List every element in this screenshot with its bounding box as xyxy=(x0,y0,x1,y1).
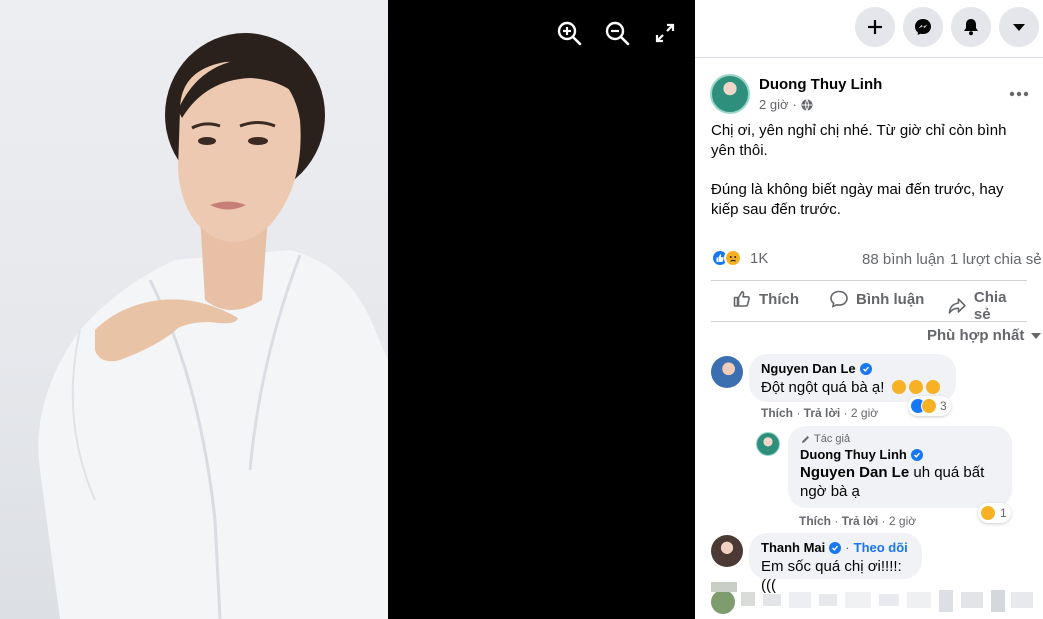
post-panel: Duong Thuy Linh 2 giờ · Chị ơi, yên nghỉ… xyxy=(695,0,1043,619)
comment-composer-blurred[interactable] xyxy=(711,582,1037,619)
plus-icon[interactable] xyxy=(855,7,895,47)
comment-actions: Thích · Trả lời · 2 giờ xyxy=(761,406,879,420)
sad-reaction-icon xyxy=(724,249,742,267)
photo-viewer xyxy=(0,0,695,619)
reply-reply-link[interactable]: Trả lời xyxy=(842,514,879,528)
comment-author-name[interactable]: Thanh Mai xyxy=(761,540,825,555)
reply-author[interactable]: Duong Thuy Linh xyxy=(800,447,1000,462)
zoom-out-icon[interactable] xyxy=(604,20,630,46)
comment-author-name[interactable]: Nguyen Dan Le xyxy=(761,361,856,376)
follow-link[interactable]: Theo dõi xyxy=(854,540,908,555)
share-icon xyxy=(948,298,966,314)
comment-text-content: Đột ngột quá bà ạ! xyxy=(761,379,885,396)
post-time[interactable]: 2 giờ xyxy=(759,97,789,112)
more-options-icon[interactable] xyxy=(1007,84,1031,104)
author-badge: Tác giả xyxy=(800,433,1000,445)
comment-sort-dropdown[interactable]: Phù hợp nhất xyxy=(927,327,1042,344)
pencil-icon xyxy=(802,435,809,443)
comment-label: Bình luận xyxy=(856,290,925,308)
commenter-avatar[interactable] xyxy=(711,535,743,567)
comment-time[interactable]: 2 giờ xyxy=(851,406,878,420)
pensive-emoji-icon xyxy=(891,380,906,394)
commenter-avatar[interactable] xyxy=(711,356,743,388)
verified-badge-icon xyxy=(910,448,923,461)
expand-icon[interactable] xyxy=(652,20,678,46)
comment-reaction-count: 3 xyxy=(940,399,947,413)
bell-icon[interactable] xyxy=(951,7,991,47)
comment-reactions[interactable]: 3 xyxy=(908,396,951,416)
comment-icon xyxy=(830,290,848,308)
reply-author-avatar[interactable] xyxy=(756,432,780,456)
pensive-emoji-icon xyxy=(908,380,923,394)
post-body: Chị ơi, yên nghỉ chị nhé. Từ giờ chỉ còn… xyxy=(711,121,1033,239)
comment-text: Đột ngột quá bà ạ! xyxy=(761,378,944,397)
comment-reply-link[interactable]: Trả lời xyxy=(804,406,841,420)
post-paragraph: Đúng là không biết ngày mai đến trước, h… xyxy=(711,181,1004,218)
post-action-bar: Thích Bình luận Chia sẻ xyxy=(711,280,1027,323)
zoom-in-icon[interactable] xyxy=(556,20,582,46)
like-label: Thích xyxy=(759,290,799,308)
reply-time[interactable]: 2 giờ xyxy=(889,514,916,528)
pensive-emoji-icon xyxy=(925,380,940,394)
share-button[interactable]: Chia sẻ xyxy=(947,289,1027,323)
reply-reaction-count: 1 xyxy=(1000,506,1007,520)
reply-bubble: Tác giả Duong Thuy Linh Nguyen Dan Le uh… xyxy=(788,426,1012,508)
sort-label: Phù hợp nhất xyxy=(927,327,1025,344)
shares-count[interactable]: 1 lượt chia sẻ xyxy=(950,251,1042,268)
portrait-illustration xyxy=(38,33,388,619)
comment-author[interactable]: Thanh Mai · Theo dõi xyxy=(761,540,910,555)
like-button[interactable]: Thích xyxy=(732,289,799,309)
author-badge-label: Tác giả xyxy=(814,433,851,445)
top-bar xyxy=(695,0,1043,58)
reply-author-name[interactable]: Duong Thuy Linh xyxy=(800,447,907,462)
verified-badge-icon xyxy=(859,362,872,375)
comments-count[interactable]: 88 bình luận xyxy=(862,251,945,268)
globe-icon xyxy=(801,98,813,111)
reaction-count: 1K xyxy=(750,249,769,267)
share-label: Chia sẻ xyxy=(973,289,1007,323)
author-avatar[interactable] xyxy=(710,74,750,114)
caret-down-icon xyxy=(1031,332,1042,339)
post-paragraph: Chị ơi, yên nghỉ chị nhé. Từ giờ chỉ còn… xyxy=(711,122,1007,159)
caret-down-icon[interactable] xyxy=(999,7,1039,47)
reply-reactions[interactable]: 1 xyxy=(978,503,1011,523)
sad-reaction-icon xyxy=(980,505,996,521)
reply-text: Nguyen Dan Le uh quá bất ngờ bà ạ xyxy=(800,463,1000,501)
reply-actions: Thích · Trả lời · 2 giờ xyxy=(799,514,917,528)
reaction-summary[interactable]: 1K xyxy=(711,249,768,267)
messenger-icon[interactable] xyxy=(903,7,943,47)
comment-like-link[interactable]: Thích xyxy=(761,406,793,420)
mention-link[interactable]: Nguyen Dan Le xyxy=(800,464,909,481)
comment-author[interactable]: Nguyen Dan Le xyxy=(761,361,944,376)
comment-bubble: Thanh Mai · Theo dõi Em sốc quá chị ơi!!… xyxy=(749,533,922,594)
comment-bubble: Nguyen Dan Le Đột ngột quá bà ạ! xyxy=(749,354,956,402)
post-author-name[interactable]: Duong Thuy Linh xyxy=(759,76,882,93)
thumbs-up-icon xyxy=(733,291,750,307)
verified-badge-icon xyxy=(829,541,842,554)
comment-button[interactable]: Bình luận xyxy=(829,289,924,309)
sad-reaction-icon xyxy=(921,398,937,414)
post-photo[interactable] xyxy=(0,0,388,619)
post-meta: 2 giờ · xyxy=(759,97,813,112)
reply-like-link[interactable]: Thích xyxy=(799,514,831,528)
